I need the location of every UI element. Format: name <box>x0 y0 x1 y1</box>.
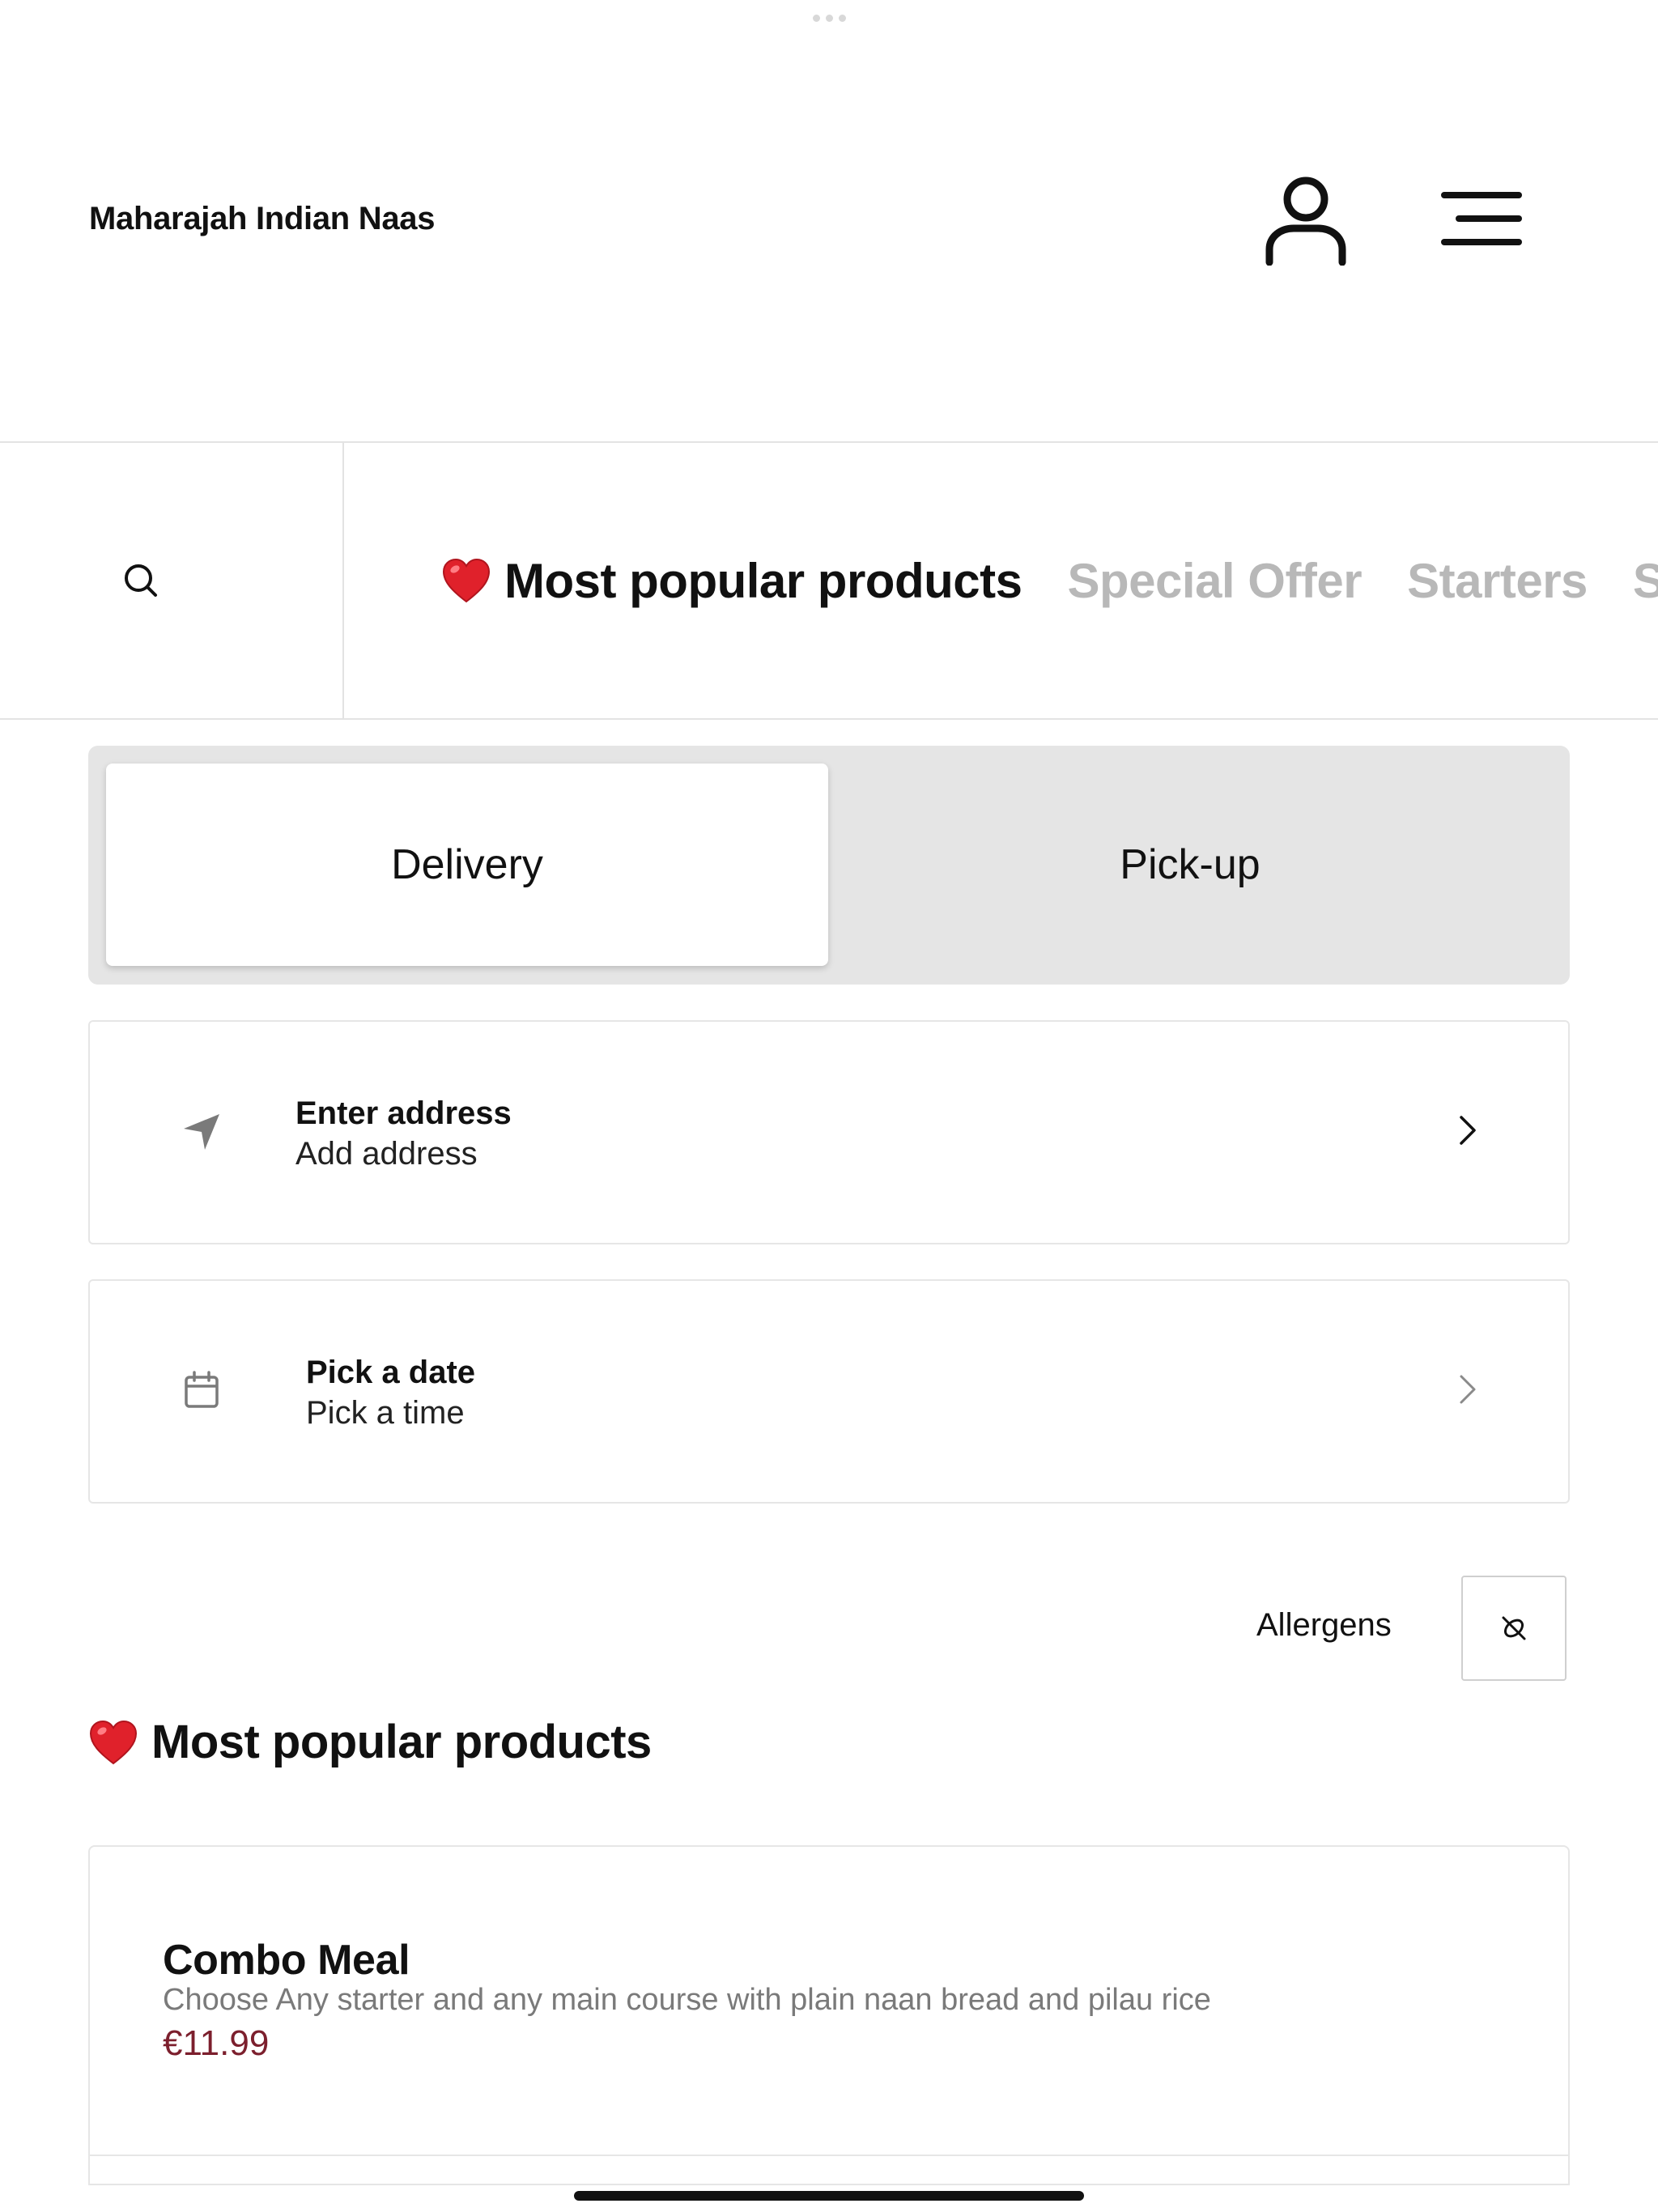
drag-dot <box>839 15 846 22</box>
pickup-option[interactable]: Pick-up <box>829 764 1551 966</box>
allergen-filter-icon <box>1502 1616 1526 1640</box>
person-icon <box>1265 177 1346 266</box>
calendar-icon <box>185 1371 219 1408</box>
location-arrow-icon <box>184 1114 219 1150</box>
delivery-option[interactable]: Delivery <box>106 764 828 966</box>
address-subtitle: Add address <box>295 1136 478 1172</box>
tab-label: Most popular products <box>504 553 1022 608</box>
address-text: Enter address Add address <box>295 1093 512 1174</box>
account-button[interactable] <box>1257 170 1354 267</box>
tab-label: S <box>1633 553 1658 609</box>
chevron-right-icon <box>1460 1375 1476 1404</box>
category-nav: Most popular products Special Offer Star… <box>0 441 1658 720</box>
drag-dot <box>826 15 833 22</box>
product-price: €11.99 <box>163 2023 270 2063</box>
product-name: Combo Meal <box>163 1937 410 1984</box>
tab-special-offer[interactable]: Special Offer <box>1067 553 1362 609</box>
shop-name: Maharajah Indian Naas <box>89 201 436 236</box>
heart-emoji-icon <box>89 1720 138 1764</box>
heart-emoji-icon <box>442 558 491 603</box>
date-text: Pick a date Pick a time <box>306 1352 475 1433</box>
section-title-text: Most popular products <box>151 1716 652 1768</box>
product-card[interactable]: Combo Meal Choose Any starter and any ma… <box>88 1845 1570 2185</box>
product-description: Choose Any starter and any main course w… <box>163 1983 1211 2017</box>
chevron-right-icon <box>1460 1116 1476 1145</box>
enter-address-row[interactable]: Enter address Add address <box>88 1020 1570 1244</box>
date-subtitle: Pick a time <box>306 1395 465 1431</box>
menu-button[interactable] <box>1433 170 1530 267</box>
drag-dot <box>813 15 820 22</box>
home-indicator[interactable] <box>574 2191 1084 2201</box>
card-divider <box>90 2155 1568 2156</box>
search-button[interactable] <box>104 544 177 617</box>
section-heading: Most popular products <box>88 1715 652 1769</box>
tab-next-category[interactable]: S <box>1633 553 1658 609</box>
hamburger-menu-icon <box>1441 192 1522 245</box>
category-tabs: Most popular products Special Offer Star… <box>441 443 1658 718</box>
nav-search-cell <box>0 443 344 718</box>
tab-most-popular[interactable]: Most popular products <box>441 553 1022 609</box>
tab-label: Special Offer <box>1067 553 1363 608</box>
date-title: Pick a date <box>306 1355 476 1390</box>
address-title: Enter address <box>295 1095 512 1131</box>
allergens-label: Allergens <box>1256 1607 1392 1643</box>
drag-handle[interactable] <box>813 15 847 22</box>
allergens-button[interactable] <box>1461 1576 1567 1681</box>
search-icon <box>125 564 157 597</box>
order-mode-toggle: Delivery Pick-up <box>88 746 1570 985</box>
pick-date-row[interactable]: Pick a date Pick a time <box>88 1279 1570 1504</box>
tab-starters[interactable]: Starters <box>1407 553 1588 609</box>
tab-label: Starters <box>1407 553 1588 608</box>
